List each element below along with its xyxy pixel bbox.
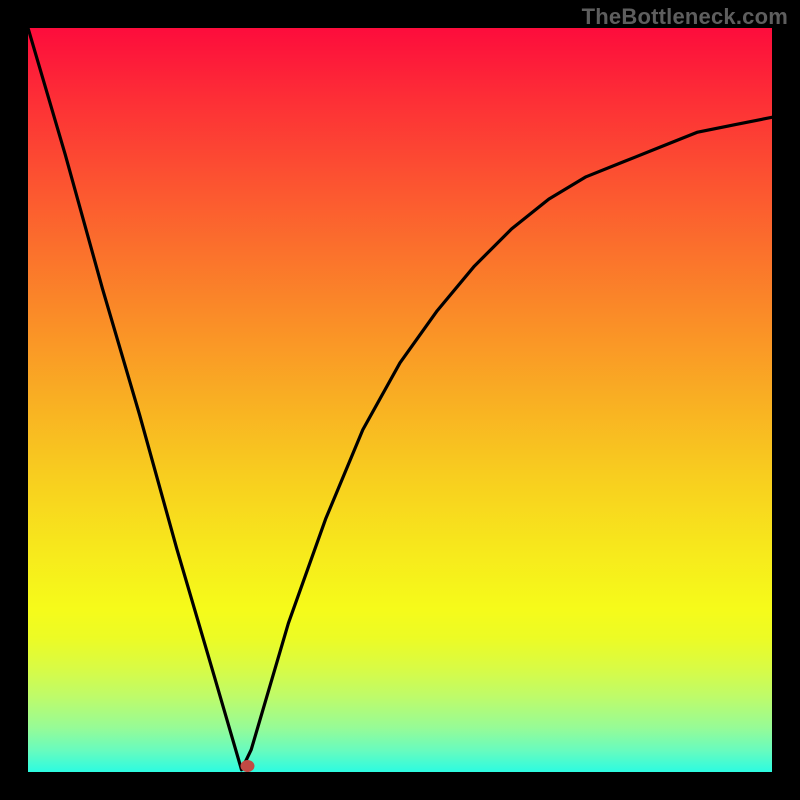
plot-area — [28, 28, 772, 772]
chart-frame: TheBottleneck.com — [0, 0, 800, 800]
minimum-marker — [240, 760, 254, 772]
plot-svg — [28, 28, 772, 772]
gradient-background — [28, 28, 772, 772]
watermark-text: TheBottleneck.com — [582, 4, 788, 30]
